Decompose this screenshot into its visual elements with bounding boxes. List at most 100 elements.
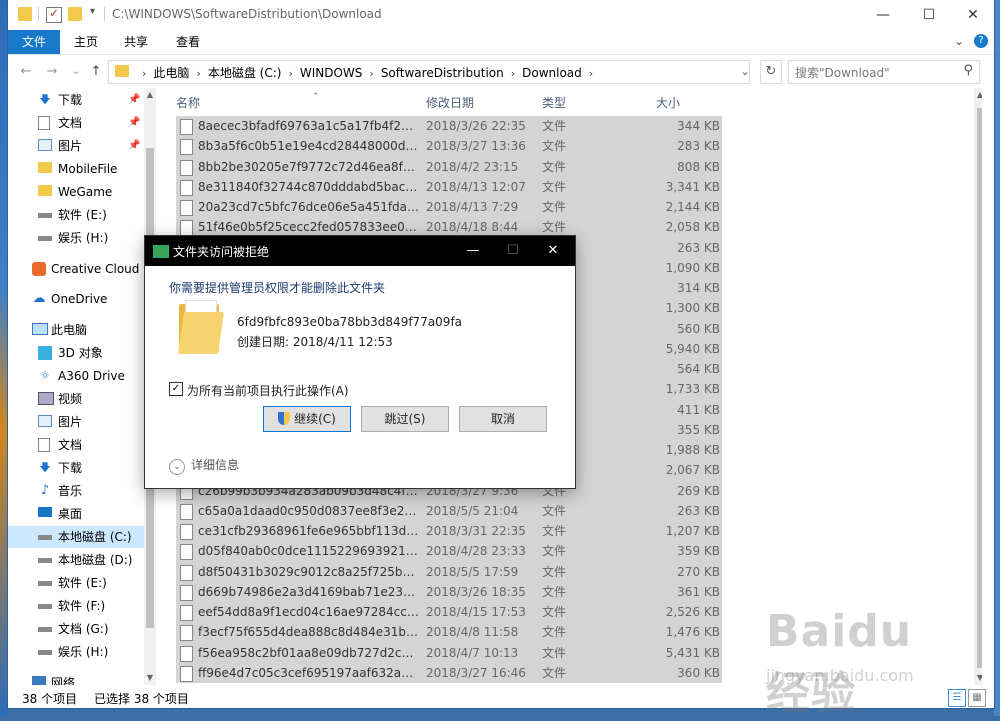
table-row[interactable]: ff96e4d7c05c3cef695197aaf632a0bb... 2018/… — [176, 662, 722, 683]
sidebar-item-wegame[interactable]: WeGame — [8, 181, 144, 203]
table-row[interactable]: eef54dd8a9f1ecd04c16ae97284cc4e... 2018/4… — [176, 602, 722, 623]
file-size: 2,058 KB — [665, 220, 720, 235]
chevron-right-icon[interactable]: › — [142, 67, 146, 80]
search-icon[interactable]: ⚲ — [963, 63, 973, 78]
continue-label: 继续(C) — [294, 412, 336, 426]
address-dropdown-icon[interactable]: ⌄ — [736, 61, 754, 83]
pin-icon[interactable]: 📌 — [128, 135, 140, 157]
dialog-minimize-button[interactable]: — — [455, 236, 491, 266]
sidebar-item-creative-cloud[interactable]: Creative Cloud F — [8, 258, 150, 280]
sidebar-item-network[interactable]: 网络 — [8, 672, 144, 685]
chevron-right-icon[interactable]: › — [288, 67, 292, 80]
scroll-down-icon[interactable]: ▼ — [144, 671, 156, 685]
column-header-size[interactable]: 大小 — [656, 94, 680, 111]
chevron-right-icon[interactable]: › — [369, 67, 373, 80]
table-row[interactable]: f3ecf75f655d4dea888c8d484e31b2fc... 2018/… — [176, 622, 722, 643]
cancel-button[interactable]: 取消 — [459, 406, 547, 432]
sidebar-item-music[interactable]: ♪ 音乐 — [8, 480, 144, 502]
chevron-right-icon[interactable]: › — [196, 67, 200, 80]
back-arrow-icon[interactable]: ← — [16, 62, 36, 82]
dialog-close-button[interactable]: ✕ — [535, 236, 571, 266]
minimize-button[interactable]: — — [860, 0, 906, 30]
pin-icon[interactable]: 📌 — [128, 89, 140, 111]
column-header-date[interactable]: 修改日期 — [426, 94, 474, 111]
file-type: 文件 — [542, 625, 567, 640]
column-header-type[interactable]: 类型 — [542, 94, 566, 111]
search-input[interactable]: 搜索"Download" ⚲ — [788, 60, 980, 84]
sidebar-item-pictures-pinned[interactable]: 图片 📌 — [8, 135, 144, 157]
file-size: 361 KB — [677, 584, 720, 599]
sidebar-item-a360-drive[interactable]: ☼ A360 Drive — [8, 365, 144, 387]
sidebar-item-desktop[interactable]: 桌面 — [8, 503, 144, 525]
sidebar-item-mobilefile[interactable]: MobileFile — [8, 158, 144, 180]
continue-button[interactable]: 继续(C) — [263, 406, 351, 432]
chevron-down-icon: ⌄ — [169, 459, 185, 475]
table-row[interactable]: c65a0a1daad0c950d0837ee8f3e234e... 2018/5… — [176, 500, 722, 521]
file-size: 1,300 KB — [665, 301, 720, 316]
sidebar-item-drive-e[interactable]: 软件 (E:) — [8, 204, 144, 226]
apply-to-all-checkbox[interactable]: ✓ — [169, 382, 183, 396]
sidebar-item-drive-f[interactable]: 软件 (F:) — [8, 595, 144, 617]
table-row[interactable]: 8aecec3bfadf69763a1c5a17fb4f2048... 2018/… — [176, 116, 722, 137]
table-row[interactable]: f56ea958c2bf01aa8e09db727d2cb0d... 2018/4… — [176, 642, 722, 663]
quick-access-dropdown-icon[interactable]: ▾ — [90, 6, 95, 17]
chevron-right-icon[interactable]: › — [511, 67, 515, 80]
sidebar-item-drive-e-2[interactable]: 软件 (E:) — [8, 572, 144, 594]
refresh-icon[interactable]: ↻ — [760, 60, 782, 84]
large-icons-view-icon[interactable]: ▦ — [968, 689, 986, 707]
forward-arrow-icon[interactable]: → — [42, 62, 62, 82]
scroll-up-icon[interactable]: ▲ — [974, 88, 982, 102]
sidebar-item-drive-c[interactable]: 本地磁盘 (C:) — [8, 526, 144, 548]
table-row[interactable]: 8e311840f32744c870dddabd5baca9... 2018/4/… — [176, 176, 722, 197]
table-row[interactable]: d669b74986e2a3d4169bab71e23ba4... 2018/3/… — [176, 581, 722, 602]
sidebar-item-downloads[interactable]: 🡇 下载 — [8, 457, 144, 479]
table-row[interactable]: d8f50431b3029c9012c8a25f725bdd4... 2018/5… — [176, 561, 722, 582]
sidebar-item-onedrive[interactable]: ☁ OneDrive — [8, 288, 144, 310]
details-toggle[interactable]: ⌄ 详细信息 — [169, 456, 239, 475]
table-row[interactable]: 20a23cd7c5bfc76dce06e5a451fda1e... 2018/4… — [176, 197, 722, 218]
breadcrumb-drive-c[interactable]: 本地磁盘 (C:) — [208, 64, 282, 81]
sidebar-item-drive-h-2[interactable]: 娱乐 (H:) — [8, 641, 144, 663]
maximize-button[interactable]: ☐ — [906, 0, 952, 30]
sidebar-item-downloads-pinned[interactable]: 🡇 下载 📌 — [8, 89, 144, 111]
skip-button[interactable]: 跳过(S) — [361, 406, 449, 432]
sidebar-item-drive-g[interactable]: 文档 (G:) — [8, 618, 144, 640]
sidebar-item-drive-h[interactable]: 娱乐 (H:) — [8, 227, 144, 249]
tab-file[interactable]: 文件 — [8, 30, 61, 54]
sidebar-item-drive-d[interactable]: 本地磁盘 (D:) — [8, 549, 144, 571]
breadcrumb-this-pc[interactable]: 此电脑 — [153, 64, 189, 81]
file-size: 564 KB — [677, 362, 720, 376]
sidebar-item-videos[interactable]: 视频 — [8, 388, 144, 410]
sidebar-item-pictures[interactable]: 图片 — [8, 411, 144, 433]
table-row[interactable]: 8b3a5f6c0b51e19e4cd28448000d9fa... 2018/3… — [176, 136, 722, 157]
close-window-button[interactable]: ✕ — [950, 0, 996, 30]
chevron-right-icon[interactable]: › — [589, 67, 593, 80]
address-bar[interactable]: › 此电脑 › 本地磁盘 (C:) › WINDOWS › SoftwareDistribut… — [108, 60, 750, 84]
column-header-name[interactable]: 名称 ⌃ — [176, 92, 320, 111]
file-list-scrollbar[interactable]: ▲ ▼ — [974, 88, 982, 685]
apply-to-all-label[interactable]: 为所有当前项目执行此操作(A) — [187, 382, 349, 399]
scroll-down-icon[interactable]: ▼ — [974, 671, 982, 685]
help-icon[interactable]: ? — [974, 34, 988, 48]
table-row[interactable]: d05f840ab0c0dce1115229693921613... 2018/4… — [176, 541, 722, 562]
properties-check-icon[interactable] — [46, 6, 62, 23]
tab-share[interactable]: 共享 — [110, 30, 162, 54]
table-row[interactable]: 8bb2be30205e7f9772c72d46ea8f2ef... 2018/4… — [176, 156, 722, 177]
pin-icon[interactable]: 📌 — [128, 112, 140, 134]
tab-home[interactable]: 主页 — [60, 30, 112, 54]
recent-locations-icon[interactable]: ⌄ — [66, 62, 86, 82]
table-row[interactable]: ce31cfb29368961fe6e965bbf113d03e... 2018/… — [176, 521, 722, 542]
sidebar-item-3d-objects[interactable]: 3D 对象 — [8, 342, 144, 364]
new-folder-icon[interactable] — [68, 7, 82, 21]
sidebar-item-documents[interactable]: 文档 — [8, 434, 144, 456]
sidebar-item-this-pc[interactable]: 此电脑 — [8, 319, 144, 341]
breadcrumb-windows[interactable]: WINDOWS — [300, 66, 363, 80]
breadcrumb-download[interactable]: Download — [522, 66, 582, 80]
expand-ribbon-icon[interactable]: ⌄ — [954, 34, 964, 48]
sidebar-item-documents-pinned[interactable]: 文档 📌 — [8, 112, 144, 134]
breadcrumb-softwaredistribution[interactable]: SoftwareDistribution — [381, 66, 504, 80]
file-list-scroll-thumb[interactable] — [977, 108, 982, 668]
scroll-up-icon[interactable]: ▲ — [144, 88, 156, 102]
up-arrow-icon[interactable]: ↑ — [86, 62, 106, 82]
tab-view[interactable]: 查看 — [162, 30, 214, 54]
